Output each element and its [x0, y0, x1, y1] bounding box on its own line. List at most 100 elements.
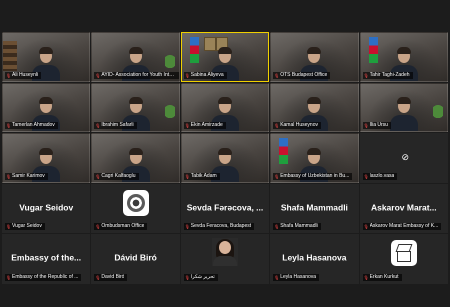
participant-name-label: 🎙 Kamal Huseynov — [273, 122, 321, 130]
participant-tile[interactable]: 🎙 AYID- Association for Youth Inte... — [91, 32, 180, 82]
participant-name-label: 🎙 Vugar Seidov — [5, 223, 45, 231]
participant-tile[interactable]: 🎙 Erkan Kurkut — [359, 234, 448, 284]
participant-name: OTS Budapest Office — [280, 71, 328, 78]
muted-mic-icon: 🎙 — [274, 224, 280, 230]
participant-name: Embassy of Uzbekistan in Bu... — [280, 172, 350, 179]
muted-mic-icon: 🎙 — [6, 72, 12, 78]
plant-decor — [164, 105, 175, 128]
participant-name: Ilia Ursu — [369, 122, 388, 129]
participant-name: Embassy of the Republic of ... — [12, 273, 79, 280]
participant-name: laszlo.vasa — [369, 172, 395, 179]
muted-mic-icon: 🎙 — [363, 123, 369, 129]
muted-mic-icon: 🎙 — [184, 72, 190, 78]
muted-mic-icon: 🎙 — [6, 173, 12, 179]
muted-mic-icon: 🎙 — [184, 274, 190, 280]
participant-tile[interactable]: 🎙 Embassy of Uzbekistan in Bu... — [270, 133, 359, 183]
participant-name-label: 🎙 Embassy of the Republic of ... — [5, 273, 82, 281]
participant-name-label: 🎙 تحریر شکرا — [183, 273, 218, 281]
muted-mic-icon: 🎙 — [6, 224, 12, 230]
participant-name-label: 🎙 Tamerlan Ahmadov — [5, 122, 58, 130]
participant-display-name: Embassy of the... — [11, 252, 82, 263]
muted-mic-icon: 🎙 — [274, 72, 280, 78]
muted-mic-icon: 🎙 — [274, 173, 280, 179]
participant-tile[interactable]: 🎙 Samir Karimov — [2, 133, 91, 183]
participant-tile[interactable]: Leyla Hasanova 🎙 Leyla Hasanova — [270, 234, 359, 284]
participant-tile[interactable]: 🎙 Ilia Ursu — [359, 82, 448, 133]
participant-name-label: 🎙 Ombudsman Office — [94, 223, 148, 231]
muted-mic-icon: 🎙 — [95, 123, 101, 129]
participant-name-label: 🎙 Sabina Aliyeva — [183, 71, 227, 79]
participant-name: Askarov Marat Embassy of K... — [369, 223, 439, 230]
participant-tile[interactable]: 🎙 Tabik Adam — [180, 133, 270, 183]
participant-name: Leyla Hasanova — [280, 273, 317, 280]
muted-mic-icon: 🎙 — [363, 224, 369, 230]
participant-tile[interactable]: Dávid Biró 🎙 David Biró — [91, 234, 180, 284]
participant-display-name: Shafa Mammadli — [280, 202, 348, 213]
participant-name-label: 🎙 OTS Budapest Office — [273, 71, 331, 79]
participant-name: Vugar Seidov — [12, 223, 42, 230]
participant-name-label: 🎙 Erkan Kurkut — [362, 273, 402, 281]
participant-tile[interactable]: 🎙 Tamerlan Ahmadov — [2, 82, 91, 133]
participant-name: Shafa Mammadli — [280, 223, 318, 230]
muted-mic-icon: 🎙 — [184, 123, 190, 129]
muted-mic-icon: 🎙 — [95, 224, 101, 230]
participant-name: David Biró — [101, 273, 125, 280]
participant-tile[interactable]: 🎙 Ombudsman Office — [91, 183, 180, 234]
participant-grid: 🎙 Ali Huseynli 🎙 AYID- Association for Yout… — [2, 32, 448, 284]
participant-tile[interactable]: 🎙 Ekin Amirzade — [180, 82, 270, 133]
participant-name-label: 🎙 Embassy of Uzbekistan in Bu... — [273, 172, 353, 180]
participant-tile[interactable]: Shafa Mammadli 🎙 Shafa Mammadli — [270, 183, 359, 234]
participant-tile[interactable]: 🎙 Sabina Aliyeva — [180, 32, 270, 82]
participant-tile[interactable]: 🎙 OTS Budapest Office — [270, 32, 359, 82]
participant-name: Sabina Aliyeva — [190, 71, 224, 78]
participant-tile[interactable]: Askarov Marat... 🎙 Askarov Marat Embassy o… — [359, 183, 448, 234]
participant-tile[interactable]: 🎙 Cagri Kalfaoglu — [91, 133, 180, 183]
muted-mic-icon: 🎙 — [363, 72, 369, 78]
participant-name-label: 🎙 Cagri Kalfaoglu — [94, 172, 139, 180]
participant-photo — [211, 238, 238, 267]
participant-name: Samir Karimov — [12, 172, 45, 179]
participant-tile[interactable]: Embassy of the... 🎙 Embassy of the Republi… — [2, 234, 91, 284]
participant-name: Cagri Kalfaoglu — [101, 172, 136, 179]
participant-name-label: 🎙 Shafa Mammadli — [273, 223, 321, 231]
muted-mic-icon: 🎙 — [95, 72, 101, 78]
muted-mic-icon: 🎙 — [274, 274, 280, 280]
participant-name-label: 🎙 Tahir Taghi-Zadeh — [362, 71, 413, 79]
participant-tile[interactable]: 🎙 Ibrahim Safarli — [91, 82, 180, 133]
participant-name-label: 🎙 Askarov Marat Embassy of K... — [362, 223, 442, 231]
flag-icon — [189, 37, 199, 63]
participant-tile[interactable]: 🎙 تحریر شکرا — [180, 234, 270, 284]
participant-tile[interactable]: 🎙 Tahir Taghi-Zadeh — [359, 32, 448, 82]
emblem-icon — [126, 193, 145, 212]
participant-tile[interactable]: 🎙 Ali Huseynli — [2, 32, 91, 82]
muted-mic-icon: 🎙 — [95, 274, 101, 280]
participant-name-label: 🎙 Sevda Feracova, Budapest — [183, 223, 255, 231]
participant-name: Erkan Kurkut — [369, 273, 399, 280]
participant-tile[interactable]: Sevda Fərəcova, ... 🎙 Sevda Feracova, Buda… — [180, 183, 270, 234]
participant-name: Ekin Amirzade — [190, 122, 223, 129]
muted-mic-icon: 🎙 — [363, 173, 369, 179]
participant-name-label: 🎙 Ekin Amirzade — [183, 122, 226, 130]
participant-name-label: 🎙 Ilia Ursu — [362, 122, 391, 130]
shelf-decor — [3, 41, 17, 71]
muted-mic-icon: 🎙 — [184, 224, 190, 230]
participant-name: Ibrahim Safarli — [101, 122, 134, 129]
participant-tile[interactable]: Vugar Seidov 🎙 Vugar Seidov — [2, 183, 91, 234]
participant-tile[interactable]: 🎙 Kamal Huseynov — [270, 82, 359, 133]
participant-tile[interactable]: ⊘ 🎙 laszlo.vasa — [359, 133, 448, 183]
participant-display-name: Leyla Hasanova — [282, 252, 347, 263]
participant-name: Ombudsman Office — [101, 223, 145, 230]
participant-name: Tabik Adam — [190, 172, 217, 179]
plant-decor — [433, 105, 443, 128]
participant-display-name: Sevda Fərəcova, ... — [186, 202, 264, 213]
flag-icon — [368, 37, 378, 63]
participant-name-label: 🎙 Leyla Hasanova — [273, 273, 320, 281]
participant-video — [389, 97, 418, 132]
muted-mic-icon: 🎙 — [274, 123, 280, 129]
participant-name: Tahir Taghi-Zadeh — [369, 71, 410, 78]
flag-icon — [279, 138, 289, 165]
camera-off-icon: ⊘ — [401, 152, 409, 163]
muted-mic-icon: 🎙 — [363, 274, 369, 280]
participant-display-name: Vugar Seidov — [19, 202, 74, 213]
participant-name-label: 🎙 Tabik Adam — [183, 172, 220, 180]
